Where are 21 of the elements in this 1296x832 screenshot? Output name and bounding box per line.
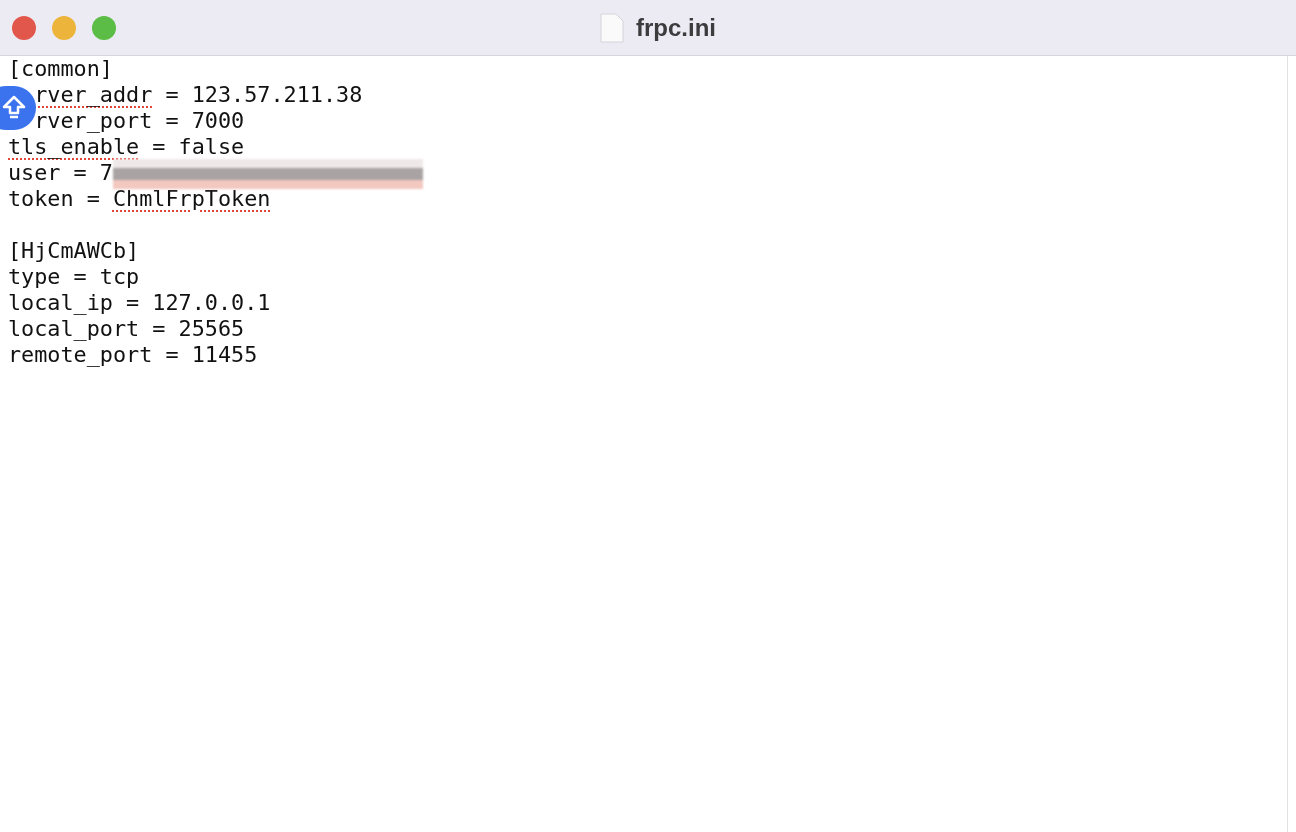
misspelled-word: ChmlFrpToken	[113, 186, 271, 212]
window-title: frpc.ini	[636, 13, 716, 42]
code-text: remote_port = 11455	[8, 342, 258, 368]
minimize-button[interactable]	[52, 15, 76, 40]
upload-arrow-icon	[2, 95, 26, 121]
code-text: [common]	[8, 56, 113, 82]
misspelled-word: rver_addr	[34, 82, 153, 108]
code-text: = false	[151, 134, 245, 160]
close-button[interactable]	[12, 15, 36, 40]
code-text: user = 7	[8, 160, 113, 186]
code-text: type = tcp	[8, 264, 140, 290]
code-text: = 123.57.211.38	[164, 82, 363, 108]
code-text: [HjCmAWCb]	[8, 238, 140, 264]
code-text: local_port = 25565	[8, 316, 245, 342]
text-area[interactable]: [common] rver_addr = 123.57.211.38 rver_port = 7000 tls_enable = false user = 7 token = ChmlFrpToken [HjCmAWCb] type = tcp local_ip = 127.0.0.1 local_port = 25565 remote_port = 11455	[0, 56, 1287, 832]
document-icon	[600, 12, 624, 43]
zoom-button[interactable]	[92, 15, 116, 40]
code-text: token =	[8, 186, 101, 212]
misspelled-word: tls_enable	[8, 134, 140, 160]
code-text: rver_port = 7000	[34, 108, 245, 134]
code-text: local_ip = 127.0.0.1	[8, 290, 271, 316]
